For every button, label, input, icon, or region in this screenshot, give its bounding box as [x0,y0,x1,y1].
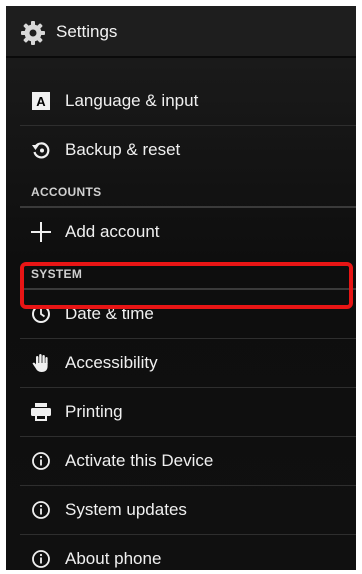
settings-list: A Language & input Backup & reset ACCOUN… [6,58,356,570]
setting-label: Language & input [65,90,199,110]
info-icon [30,548,52,570]
plus-icon [30,221,52,243]
highlight-box [20,262,353,309]
printer-icon [30,401,52,423]
setting-language-input[interactable]: A Language & input [20,76,356,125]
setting-label: About phone [65,548,162,568]
svg-text:A: A [36,94,46,109]
language-icon: A [30,90,52,112]
section-header-accounts: ACCOUNTS [20,174,356,208]
setting-label: Activate this Device [65,450,214,470]
info-icon [30,450,52,472]
setting-system-updates[interactable]: System updates [20,485,356,534]
setting-add-account[interactable]: Add account [20,207,356,256]
setting-about-phone[interactable]: About phone [20,534,356,570]
page-title: Settings [56,22,118,41]
setting-accessibility[interactable]: Accessibility [20,338,356,387]
action-bar: Settings [6,6,356,58]
info-icon [30,499,52,521]
setting-label: Printing [65,401,123,421]
setting-printing[interactable]: Printing [20,387,356,436]
hand-icon [30,352,52,374]
section-header-label: ACCOUNTS [31,185,102,199]
setting-label: Add account [65,221,160,241]
setting-label: System updates [65,499,187,519]
setting-backup-reset[interactable]: Backup & reset [20,125,356,174]
setting-activate-device[interactable]: Activate this Device [20,436,356,485]
setting-label: Accessibility [65,352,158,372]
backup-restore-icon [30,139,52,161]
gear-icon[interactable] [21,21,45,45]
settings-screen: Settings A Language & input Backup & res… [6,6,356,570]
setting-label: Backup & reset [65,139,181,159]
